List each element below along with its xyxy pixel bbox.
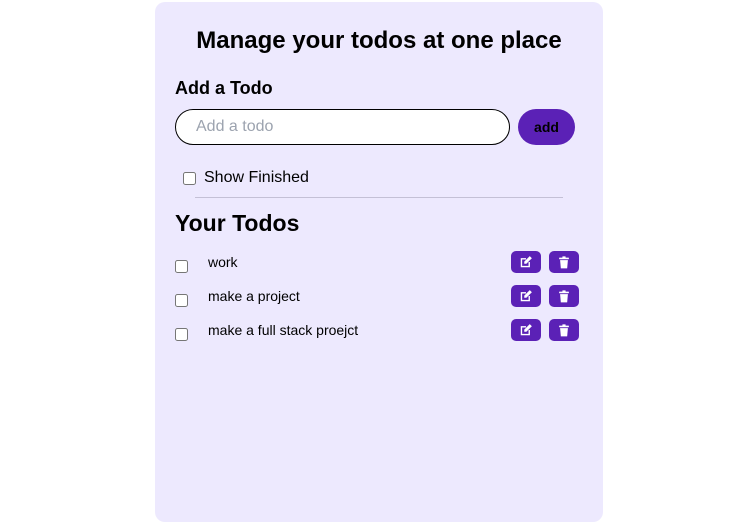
edit-button[interactable] xyxy=(511,285,541,307)
todo-checkbox[interactable] xyxy=(175,293,188,307)
divider xyxy=(195,197,563,198)
todo-text: make a full stack proejct xyxy=(208,322,359,338)
delete-button[interactable] xyxy=(549,319,579,341)
edit-button[interactable] xyxy=(511,251,541,273)
edit-icon xyxy=(520,324,532,336)
trash-icon xyxy=(559,289,569,302)
add-todo-heading: Add a Todo xyxy=(175,78,273,98)
todo-list: work make a project make a full stack pr… xyxy=(175,249,579,351)
todo-item: work xyxy=(175,249,579,283)
delete-button[interactable] xyxy=(549,285,579,307)
edit-button[interactable] xyxy=(511,319,541,341)
todo-actions xyxy=(511,251,579,273)
todo-actions xyxy=(511,285,579,307)
page-title: Manage your todos at one place xyxy=(196,27,562,54)
show-finished-toggle[interactable]: Show Finished xyxy=(183,168,309,188)
todo-text: make a project xyxy=(208,288,300,304)
trash-icon xyxy=(559,323,569,336)
delete-button[interactable] xyxy=(549,251,579,273)
todo-item: make a full stack proejct xyxy=(175,317,579,351)
todo-card: Manage your todos at one place Add a Tod… xyxy=(155,2,603,522)
todo-actions xyxy=(511,319,579,341)
add-todo-input[interactable] xyxy=(175,109,510,145)
trash-icon xyxy=(559,255,569,268)
edit-icon xyxy=(520,256,532,268)
todo-checkbox[interactable] xyxy=(175,327,188,341)
edit-icon xyxy=(520,290,532,302)
todo-text: work xyxy=(208,254,238,270)
todo-checkbox[interactable] xyxy=(175,259,188,273)
your-todos-heading: Your Todos xyxy=(175,210,300,236)
show-finished-label: Show Finished xyxy=(204,169,309,186)
todo-item: make a project xyxy=(175,283,579,317)
add-button[interactable]: add xyxy=(518,109,575,145)
show-finished-checkbox[interactable] xyxy=(183,171,196,185)
